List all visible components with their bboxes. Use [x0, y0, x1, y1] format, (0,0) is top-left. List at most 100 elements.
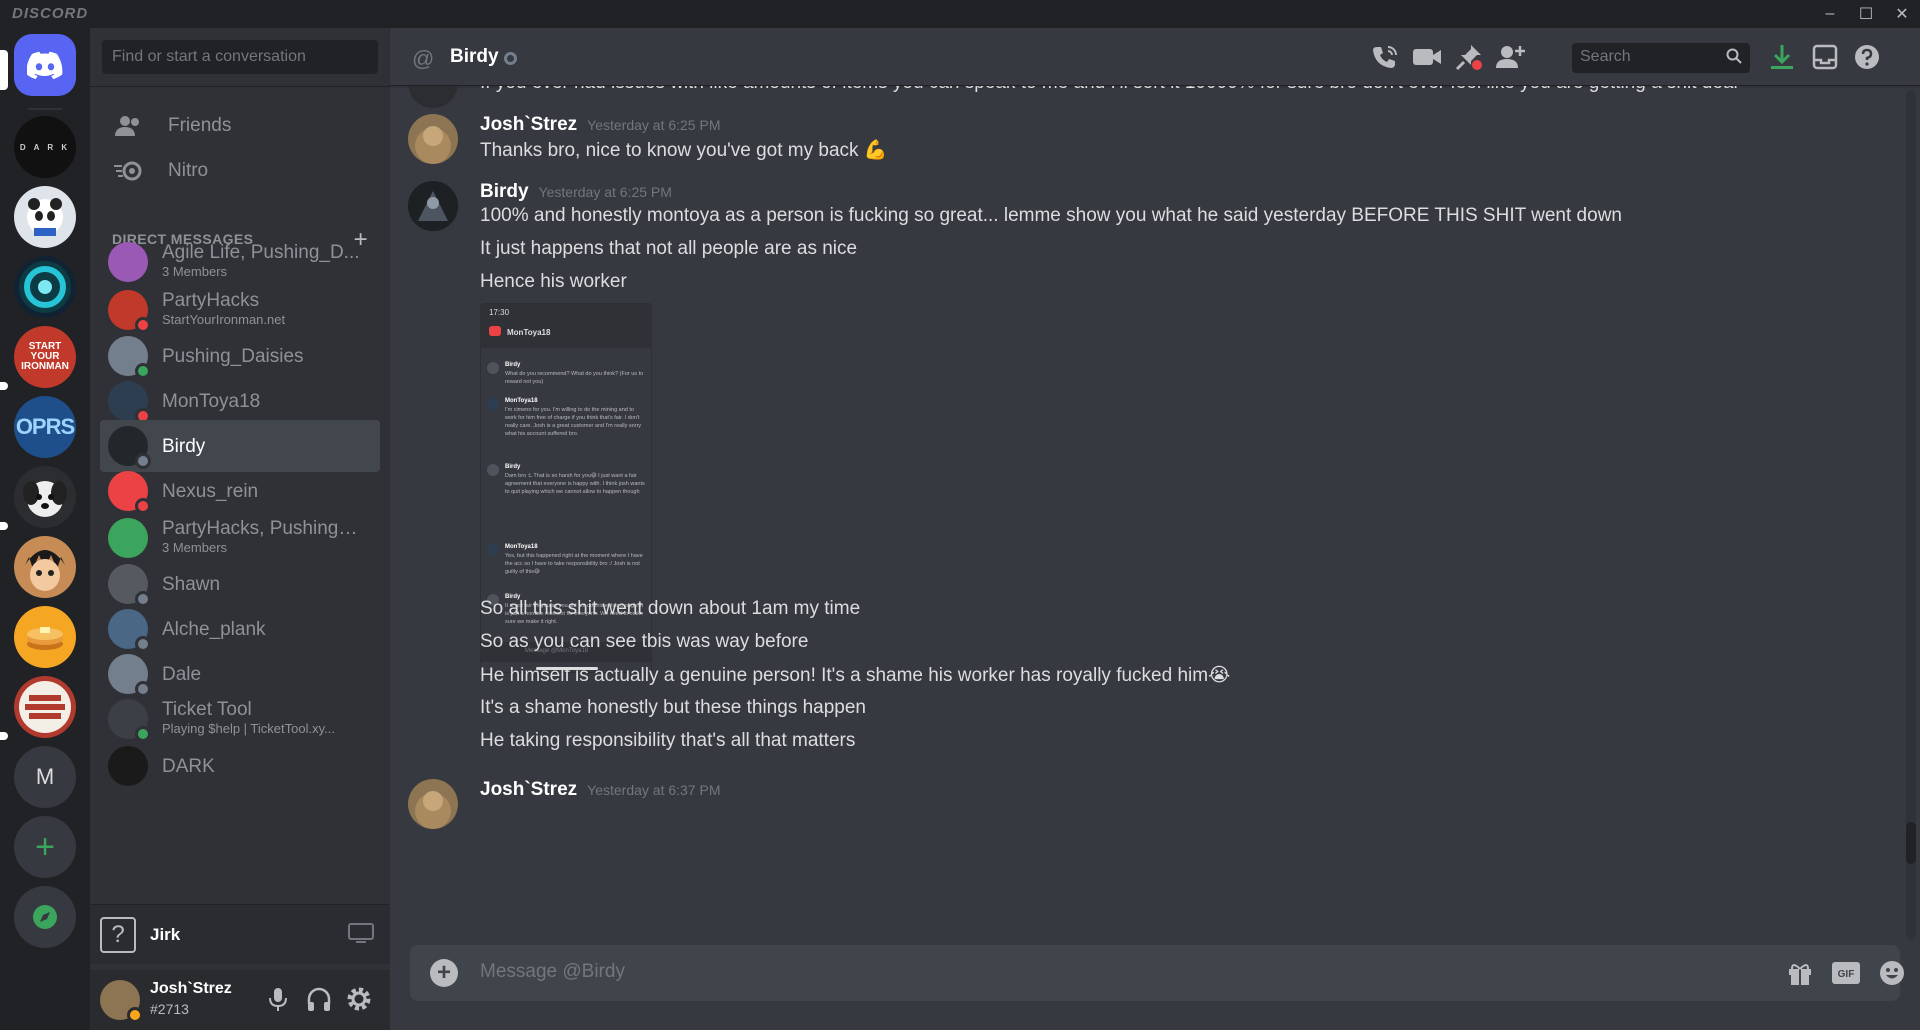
- maximize-button[interactable]: ☐: [1848, 0, 1884, 28]
- dm-item-name: Shawn: [162, 574, 221, 594]
- dm-item-name: PartyHacks, Pushing_...: [162, 519, 362, 538]
- dm-item-name: Birdy: [162, 436, 206, 456]
- server-panda[interactable]: [14, 186, 76, 248]
- avatar: [108, 290, 151, 333]
- video-call-icon[interactable]: [1410, 40, 1444, 74]
- user-panel: Josh`Strez #2713: [90, 970, 390, 1030]
- add-server-button[interactable]: +: [14, 816, 76, 878]
- message-input[interactable]: Message @Birdy: [480, 961, 625, 983]
- add-friends-to-dm-icon[interactable]: [1494, 40, 1528, 74]
- avatar: [108, 654, 151, 697]
- inbox-icon[interactable]: [1808, 40, 1842, 74]
- message-text: Thanks bro, nice to know you've got my b…: [480, 140, 888, 161]
- emoji-icon[interactable]: [1876, 957, 1908, 989]
- pinned-messages-icon[interactable]: [1452, 40, 1486, 74]
- message-text: He himself is actually a genuine person!…: [480, 665, 1231, 686]
- server-start-your-ironman[interactable]: START YOUR IRONMAN: [14, 326, 76, 388]
- close-button[interactable]: ✕: [1884, 0, 1920, 28]
- message-list: If you ever had issues with like amounts…: [390, 86, 1920, 946]
- question-icon: ?: [100, 917, 136, 953]
- gif-icon[interactable]: GIF: [1830, 957, 1862, 989]
- chat-header: @ Birdy Search: [390, 28, 1920, 86]
- message-composer[interactable]: + Message @Birdy GIF: [410, 945, 1904, 1001]
- image-header: 17:30 MonToya18: [481, 304, 651, 348]
- avatar: [108, 426, 151, 469]
- dm-item[interactable]: Ticket Tool Playing $help | TicketTool.xy…: [100, 693, 380, 745]
- user-name: Josh`Strez: [150, 980, 232, 997]
- pancake-icon: [27, 627, 63, 650]
- dm-item[interactable]: PartyHacks, Pushing_... 3 Members: [100, 512, 380, 564]
- divider: [90, 86, 390, 87]
- dog-avatar-icon: [23, 481, 67, 517]
- server-pancake[interactable]: [14, 606, 76, 668]
- title-bar: DISCORD – ☐ ✕: [0, 0, 1920, 28]
- voice-status-bar: ? Jirk: [90, 904, 390, 964]
- message-text: 100% and honestly montoya as a person is…: [480, 205, 1622, 226]
- message-text: If you ever had issues with like amounts…: [480, 86, 1738, 94]
- server-dog[interactable]: [14, 466, 76, 528]
- avatar[interactable]: [408, 86, 458, 108]
- find-conversation-input[interactable]: Find or start a conversation: [102, 40, 378, 74]
- help-icon[interactable]: [1850, 40, 1884, 74]
- dm-item-name: Alche_plank: [162, 619, 266, 639]
- dm-item-name: PartyHacks: [162, 291, 260, 310]
- dm-item[interactable]: DARK: [100, 740, 380, 792]
- search-input[interactable]: Search: [1572, 43, 1750, 73]
- dm-item[interactable]: Agile Life, Pushing_D... 3 Members: [100, 236, 380, 288]
- status-offline-icon: [504, 52, 517, 65]
- avatar[interactable]: [408, 779, 458, 829]
- avatar: [108, 518, 148, 558]
- anime-avatar-icon: [25, 550, 65, 591]
- scrollbar-thumb[interactable]: [1906, 822, 1916, 864]
- upload-plus-icon[interactable]: +: [430, 959, 458, 987]
- server-m[interactable]: M: [14, 746, 76, 808]
- explore-servers-button[interactable]: [14, 886, 76, 948]
- server-swirl[interactable]: [14, 256, 76, 318]
- message-timestamp: Yesterday at 6:25 PM: [538, 184, 672, 200]
- minimize-button[interactable]: –: [1812, 0, 1848, 28]
- dm-item-name: Ticket Tool: [162, 700, 252, 719]
- screen-share-icon[interactable]: [348, 923, 374, 950]
- dm-item-subtext: 3 Members: [162, 264, 228, 279]
- dm-item-name: Agile Life, Pushing_D...: [162, 243, 360, 262]
- server-oprs[interactable]: OPRS: [14, 396, 76, 458]
- message-author[interactable]: Josh`Strez Yesterday at 6:37 PM: [480, 779, 720, 801]
- voice-call-icon[interactable]: [1368, 40, 1402, 74]
- dm-item-subtext: 3 Members: [162, 540, 228, 555]
- message-author[interactable]: Josh`Strez Yesterday at 6:25 PM: [480, 114, 720, 136]
- nav-nitro[interactable]: Nitro: [100, 147, 380, 195]
- dm-item-name: MonToya18: [162, 391, 261, 411]
- message-text: Hence his worker: [480, 271, 627, 292]
- server-anime[interactable]: [14, 536, 76, 598]
- scrollbar-track[interactable]: [1906, 90, 1916, 940]
- gift-icon[interactable]: [1784, 957, 1816, 989]
- avatar: [108, 336, 151, 379]
- nav-friends[interactable]: Friends: [100, 102, 380, 150]
- message-text: He taking responsibility that's all that…: [480, 730, 856, 751]
- download-icon[interactable]: [1765, 40, 1799, 74]
- server-red-logo[interactable]: [14, 676, 76, 738]
- avatar: [108, 699, 151, 742]
- message-text: It just happens that not all people are …: [480, 238, 858, 259]
- search-icon: [1726, 48, 1742, 69]
- friends-icon: [112, 109, 146, 143]
- message-author[interactable]: Birdy Yesterday at 6:25 PM: [480, 181, 672, 203]
- dm-item[interactable]: Nexus_rein: [100, 465, 380, 517]
- avatar[interactable]: [408, 114, 458, 164]
- home-button[interactable]: [14, 34, 76, 96]
- avatar: [108, 381, 151, 424]
- at-sign-icon: @: [412, 46, 435, 71]
- avatar[interactable]: [100, 980, 143, 1023]
- headphones-icon[interactable]: [306, 986, 332, 1019]
- avatar[interactable]: [408, 181, 458, 231]
- dm-item-text: Alche_plank: [162, 620, 266, 639]
- dm-item-text: Birdy: [162, 437, 205, 456]
- compass-icon: [33, 905, 57, 929]
- app-brand: DISCORD: [12, 5, 89, 22]
- message-timestamp: Yesterday at 6:25 PM: [587, 117, 721, 133]
- dm-item[interactable]: PartyHacks StartYourIronman.net: [100, 284, 380, 336]
- microphone-icon[interactable]: [266, 986, 290, 1019]
- settings-gear-icon[interactable]: [346, 986, 372, 1017]
- server-dark[interactable]: D A R K: [14, 116, 76, 178]
- panda-avatar-icon: [27, 198, 63, 236]
